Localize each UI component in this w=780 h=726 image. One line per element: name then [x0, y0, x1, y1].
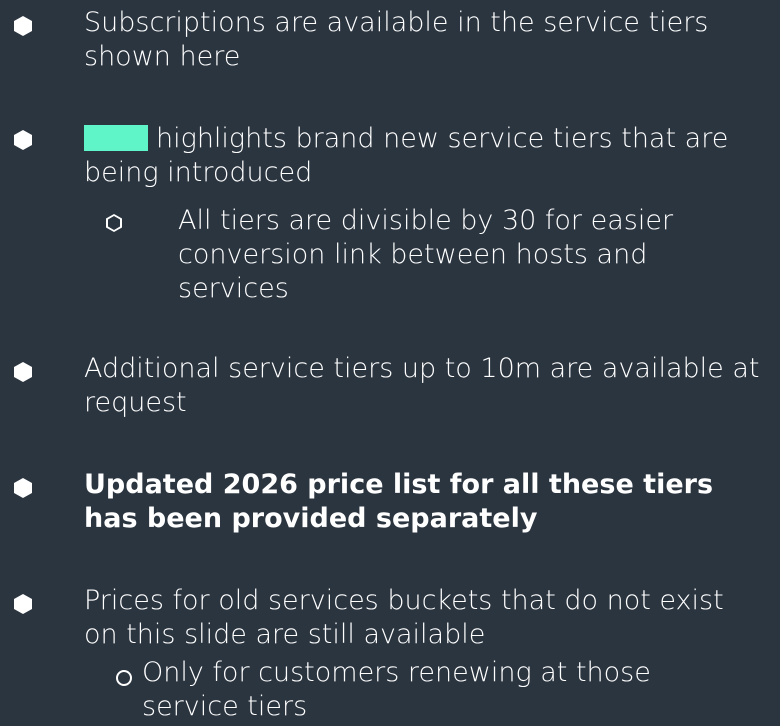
slide: Subscriptions are available in the servi…: [0, 0, 780, 726]
bullet-hexagon-icon: [14, 594, 32, 614]
sub-bullet-hexagon-outline-icon: [106, 214, 122, 232]
bullet-hexagon-icon: [14, 362, 32, 382]
bullet-hexagon-icon: [14, 478, 32, 498]
bullet-text: Additional service tiers up to 10m are a…: [84, 353, 760, 418]
sub-bullet-circle-outline-icon: [116, 670, 132, 686]
bullet-hexagon-icon: [14, 130, 32, 150]
bullet-text-with-swatch: highlights brand new service tiers that …: [84, 122, 774, 190]
bullet-hexagon-icon: [14, 16, 32, 36]
bullet-text-bold: Updated 2026 price list for all these ti…: [84, 469, 714, 534]
sub-bullet-text: All tiers are divisible by 30 for easier…: [178, 205, 674, 304]
bullet-text: Prices for old services buckets that do …: [84, 585, 724, 650]
sub-bullet-text: Only for customers renewing at those ser…: [142, 657, 651, 722]
bullet-text: highlights brand new service tiers that …: [84, 123, 729, 188]
new-tier-highlight-swatch: [84, 125, 148, 151]
bullet-text: Subscriptions are available in the servi…: [84, 7, 709, 72]
